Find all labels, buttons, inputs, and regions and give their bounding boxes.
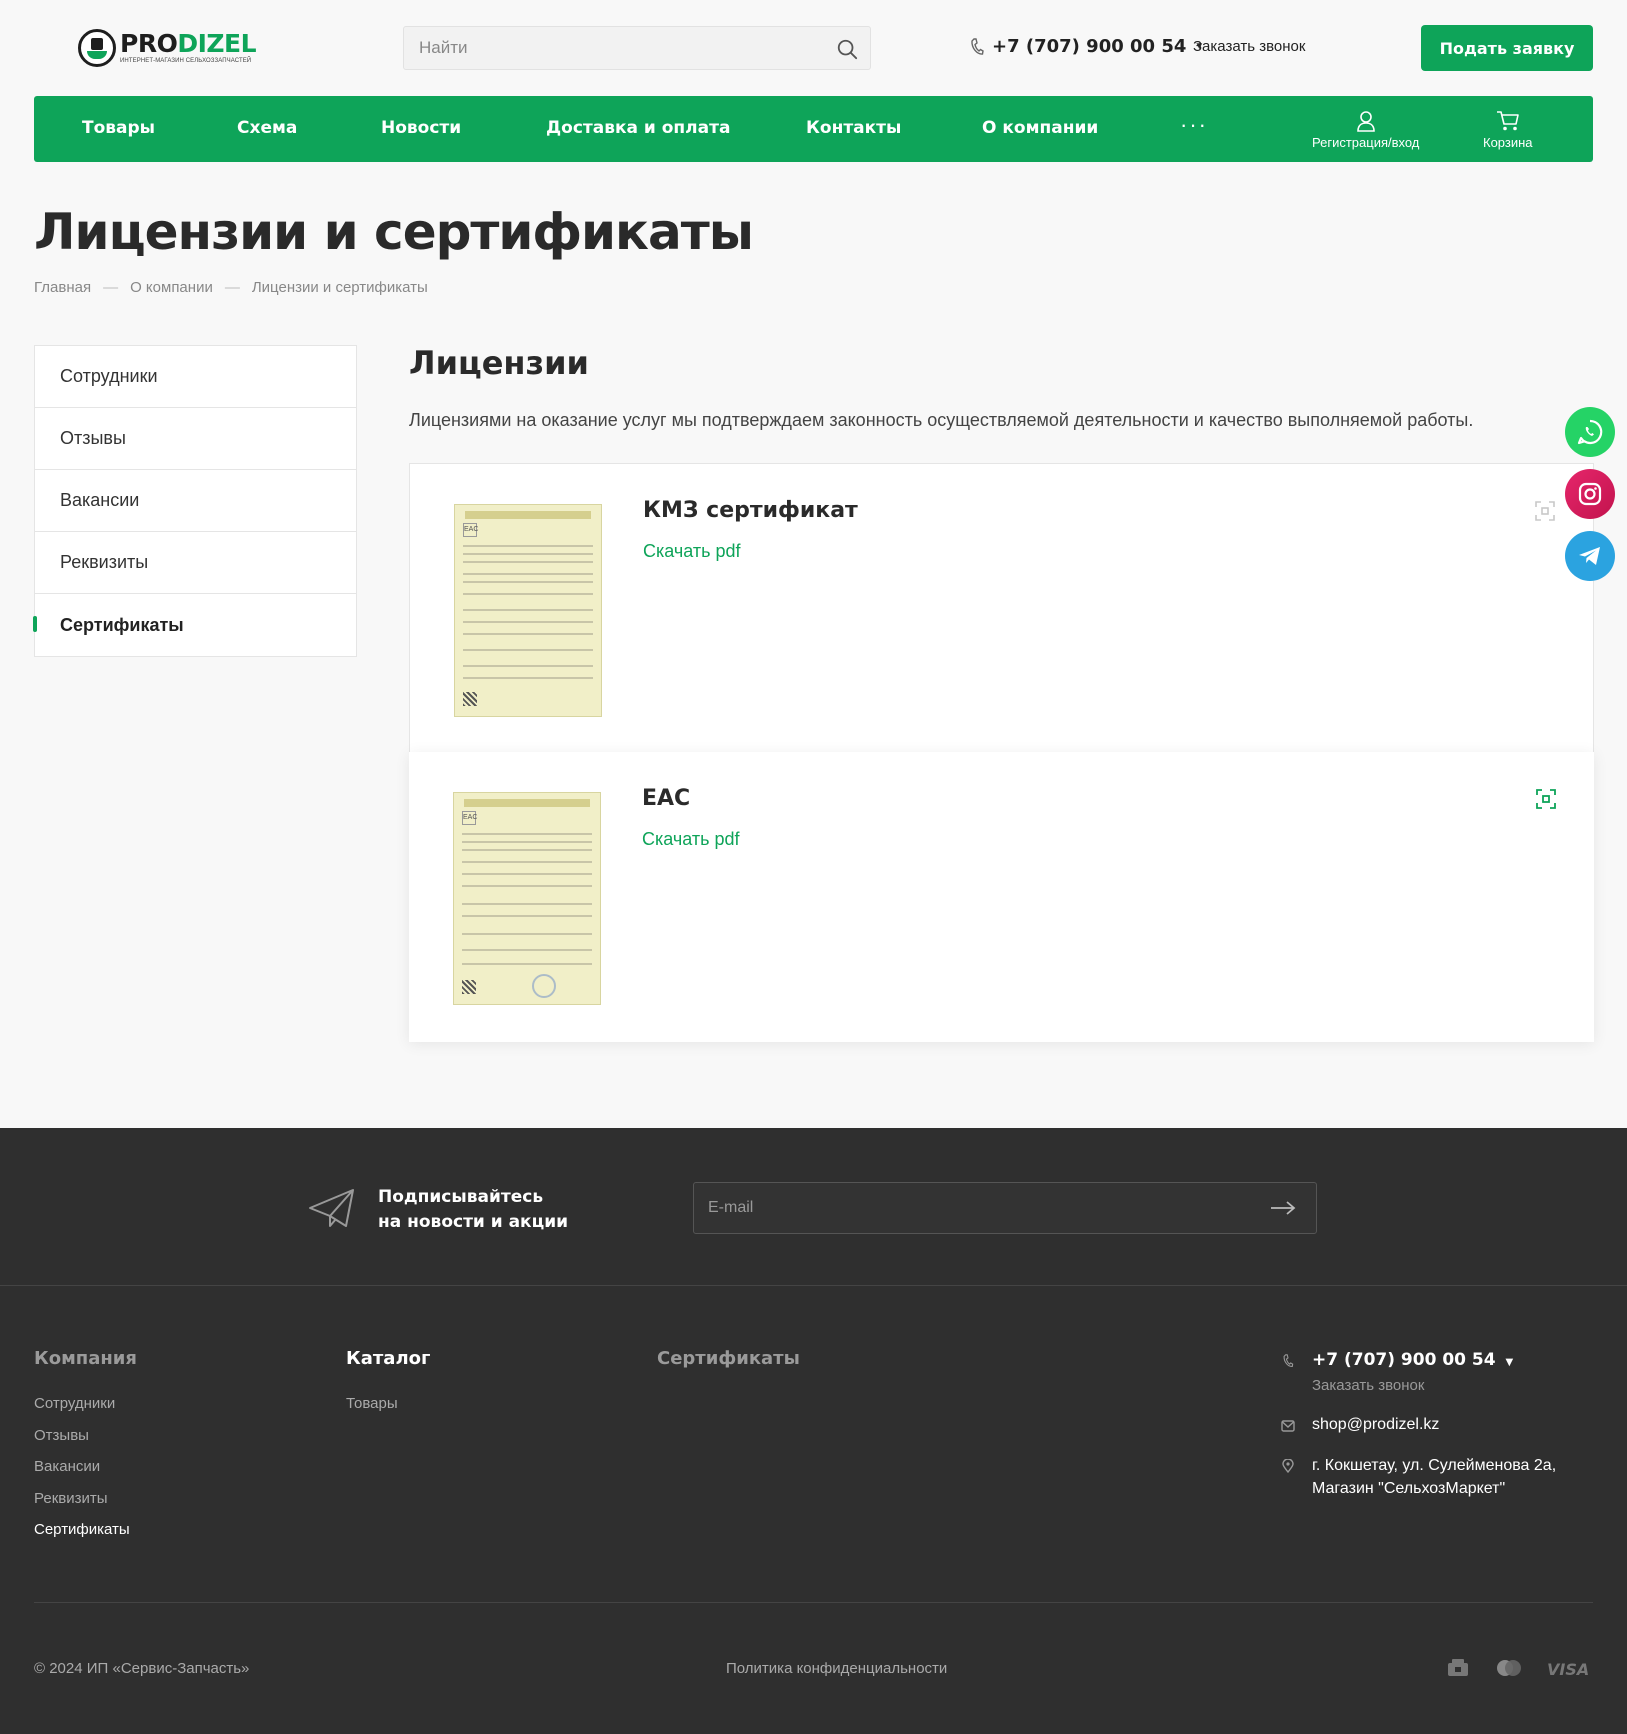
user-icon: [1356, 111, 1375, 132]
logo-subtitle: ИНТЕРНЕТ-МАГАЗИН СЕЛЬХОЗЗАПЧАСТЕЙ: [120, 58, 252, 64]
nav-item-contacts[interactable]: Контакты: [806, 118, 901, 138]
mail-icon: [1281, 1420, 1295, 1432]
paper-plane-icon: [309, 1189, 354, 1227]
certificate-card: EAC EAC Скачать pdf: [409, 752, 1594, 1042]
footer-heading-catalog[interactable]: Каталог: [346, 1348, 430, 1369]
certificate-title: КМЗ сертификат: [643, 498, 858, 523]
certificate-thumbnail[interactable]: EAC: [454, 504, 602, 717]
sidebar-item-certificates[interactable]: Сертификаты: [33, 594, 356, 656]
search-input[interactable]: [404, 27, 804, 69]
copyright: © 2024 ИП «Сервис-Запчасть»: [34, 1660, 250, 1677]
instagram-icon: [1578, 482, 1602, 506]
sidebar-item-reviews[interactable]: Отзывы: [35, 408, 356, 470]
header: PRODIZEL ИНТЕРНЕТ-МАГАЗИН СЕЛЬХОЗЗАПЧАСТ…: [0, 0, 1627, 96]
footer-link[interactable]: Сертификаты: [34, 1521, 130, 1538]
certificate-thumbnail[interactable]: EAC: [453, 792, 601, 1005]
instagram-button[interactable]: [1565, 469, 1615, 519]
email-field[interactable]: [694, 1183, 1254, 1233]
footer-email[interactable]: shop@prodizel.kz: [1312, 1416, 1439, 1434]
logo-name: PRODIZEL: [120, 29, 257, 58]
breadcrumb-current: Лицензии и сертификаты: [251, 279, 428, 296]
account-label: Регистрация/вход: [1312, 135, 1420, 150]
nav-item-news[interactable]: Новости: [381, 118, 461, 138]
breadcrumb-home[interactable]: Главная: [34, 279, 91, 296]
nav-item-products[interactable]: Товары: [82, 118, 155, 138]
nav-item-delivery[interactable]: Доставка и оплата: [546, 118, 730, 138]
footer-link[interactable]: Вакансии: [34, 1458, 100, 1475]
certificate-card: EAC КМЗ сертификат Скачать pdf: [409, 463, 1594, 753]
sidebar-item-requisites[interactable]: Реквизиты: [35, 532, 356, 594]
subscribe-text: Подписывайтесь на новости и акции: [378, 1187, 569, 1232]
chevron-down-icon[interactable]: ▼: [1506, 1357, 1514, 1368]
zoom-icon[interactable]: [1535, 501, 1555, 521]
sidebar-item-vacancies[interactable]: Вакансии: [35, 470, 356, 532]
footer-link[interactable]: Отзывы: [34, 1427, 89, 1444]
footer-link[interactable]: Сотрудники: [34, 1395, 115, 1412]
search-icon[interactable]: [836, 38, 858, 60]
footer-link[interactable]: Реквизиты: [34, 1490, 108, 1507]
telegram-icon: [1579, 547, 1600, 565]
footer-heading-certificates[interactable]: Сертификаты: [657, 1348, 800, 1369]
breadcrumb-separator: —: [103, 279, 119, 296]
logo[interactable]: PRODIZEL ИНТЕРНЕТ-МАГАЗИН СЕЛЬХОЗЗАПЧАСТ…: [78, 28, 258, 68]
more-icon[interactable]: ···: [1180, 112, 1208, 138]
header-phone[interactable]: +7 (707) 900 00 54 ▼: [970, 36, 1204, 57]
telegram-button[interactable]: [1565, 531, 1615, 581]
phone-icon: [1283, 1354, 1294, 1367]
zoom-icon[interactable]: [1536, 789, 1556, 809]
breadcrumb-separator: —: [224, 279, 240, 296]
sidebar: Сотрудники Отзывы Вакансии Реквизиты Сер…: [33, 345, 357, 657]
page-title: Лицензии и сертификаты: [34, 203, 754, 261]
main-nav: Товары Схема Новости Доставка и оплата К…: [34, 96, 1593, 162]
download-pdf-link[interactable]: Скачать pdf: [642, 829, 740, 850]
whatsapp-button[interactable]: [1565, 407, 1615, 457]
footer: Компания Сотрудники Отзывы Вакансии Рекв…: [0, 1286, 1627, 1734]
subscribe-bar: Подписывайтесь на новости и акции: [0, 1128, 1627, 1286]
arrow-right-icon[interactable]: [1270, 1199, 1296, 1217]
footer-divider: [34, 1602, 1593, 1603]
header-phone-number[interactable]: +7 (707) 900 00 54: [992, 36, 1186, 57]
footer-heading-company[interactable]: Компания: [34, 1348, 137, 1369]
account-button[interactable]: Регистрация/вход: [1312, 110, 1419, 150]
callback-link[interactable]: Заказать звонок: [1193, 38, 1305, 55]
footer-address: г. Кокшетау, ул. Сулейменова 2а, Магазин…: [1312, 1457, 1557, 1497]
breadcrumb-about[interactable]: О компании: [130, 279, 213, 296]
footer-phone[interactable]: +7 (707) 900 00 54 ▼: [1312, 1350, 1513, 1370]
download-pdf-link[interactable]: Скачать pdf: [643, 541, 741, 562]
cart-icon: [1496, 111, 1519, 131]
mastercard-icon: [1497, 1660, 1521, 1676]
cart-label: Корзина: [1483, 135, 1533, 150]
footer-link[interactable]: Товары: [346, 1395, 398, 1412]
certificate-title: EAC: [642, 786, 691, 811]
mir-pay-icon: [1448, 1659, 1468, 1676]
privacy-policy-link[interactable]: Политика конфиденциальности: [726, 1660, 947, 1677]
visa-icon: VISA: [1547, 1660, 1590, 1679]
whatsapp-icon: [1577, 419, 1603, 445]
section-title: Лицензии: [409, 344, 589, 382]
section-description: Лицензиями на оказание услуг мы подтверж…: [409, 410, 1474, 430]
subscribe-form: [693, 1182, 1317, 1234]
search-box: [403, 26, 871, 70]
sidebar-item-employees[interactable]: Сотрудники: [35, 346, 356, 408]
cart-button[interactable]: Корзина: [1483, 110, 1533, 150]
logo-tractor-icon: [78, 29, 116, 67]
nav-item-scheme[interactable]: Схема: [237, 118, 297, 138]
nav-item-about[interactable]: О компании: [982, 118, 1098, 138]
phone-icon: [971, 37, 984, 55]
breadcrumb: Главная — О компании — Лицензии и сертиф…: [34, 279, 428, 296]
location-pin-icon: [1282, 1459, 1294, 1473]
apply-button[interactable]: Подать заявку: [1421, 25, 1593, 71]
footer-callback-link[interactable]: Заказать звонок: [1312, 1377, 1424, 1394]
